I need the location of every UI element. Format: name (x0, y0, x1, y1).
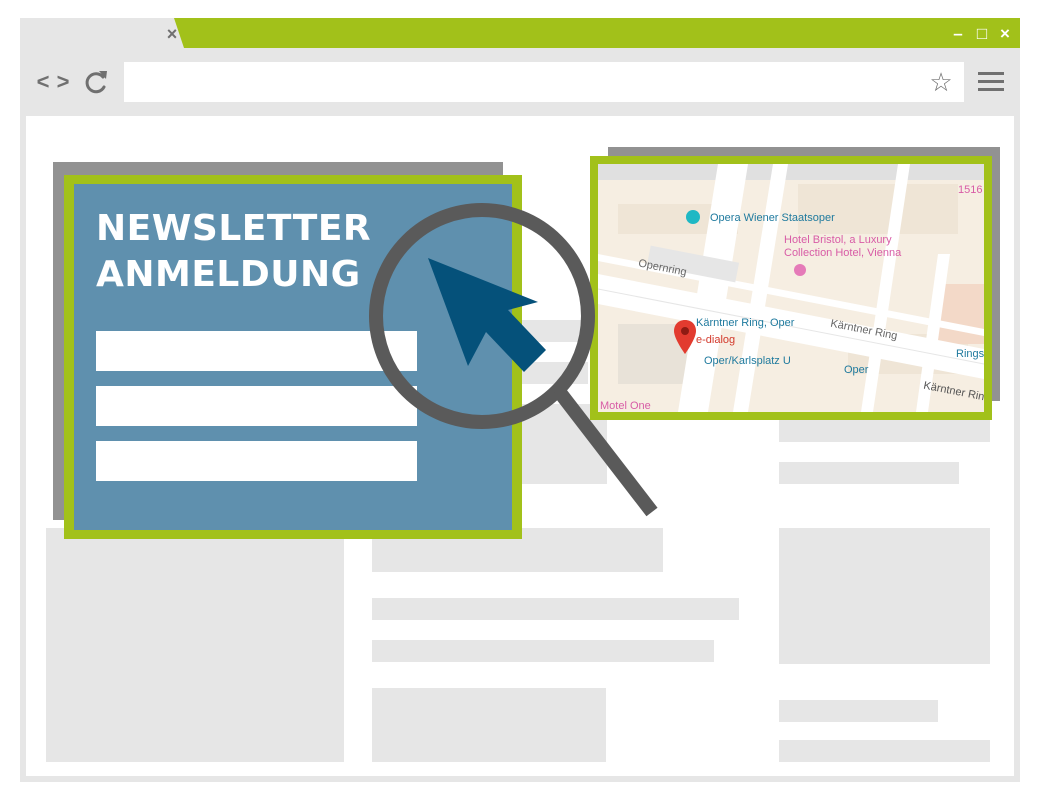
placeholder-image-block (779, 528, 990, 664)
forward-icon[interactable]: > (56, 68, 70, 96)
map-label-station: Oper (844, 364, 869, 376)
placeholder-text-line (779, 462, 959, 484)
map-label-hotel: Collection Hotel, Vienna (784, 247, 902, 259)
map-label-tram-stop: Kärntner Ring, Oper (696, 317, 795, 329)
minimize-icon[interactable]: – (950, 22, 966, 46)
back-icon[interactable]: < (36, 68, 50, 96)
hotel-icon (794, 264, 806, 276)
placeholder-block (372, 688, 606, 762)
placeholder-text-line (779, 420, 990, 442)
placeholder-text-line (372, 640, 714, 662)
arrow-cursor-icon (428, 258, 546, 372)
map-label-number: 1516 (958, 184, 983, 196)
maximize-icon[interactable]: □ (974, 22, 990, 46)
close-icon[interactable]: × (997, 22, 1013, 46)
map-label-place: Rings (956, 348, 984, 360)
address-bar[interactable] (124, 62, 964, 102)
map-label-opera: Opera Wiener Staatsoper (710, 212, 835, 224)
map-label-station: Oper/Karlsplatz U (704, 355, 791, 367)
placeholder-image-block (46, 528, 344, 762)
menu-icon[interactable] (978, 72, 1004, 94)
placeholder-text-line (779, 700, 938, 722)
placeholder-text-line (779, 740, 990, 762)
map-label-e-dialog: e-dialog (696, 334, 736, 346)
reload-icon[interactable] (82, 66, 110, 98)
title-bar (184, 18, 1020, 48)
map-label-hotel: Hotel Bristol, a Luxury (784, 234, 892, 246)
placeholder-text-line (372, 598, 739, 620)
bookmark-star-icon[interactable]: ☆ (926, 66, 956, 98)
music-icon (686, 210, 700, 224)
tab-close-icon[interactable]: × (162, 22, 182, 46)
